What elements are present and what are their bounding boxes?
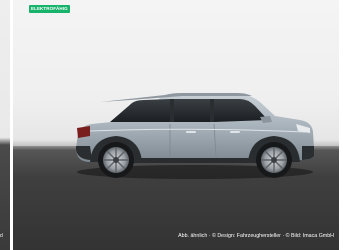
electric-badge: ELEKTROFÄHIG	[29, 5, 70, 13]
gallery-right-edge	[339, 0, 343, 250]
image-gallery: d ELEKTROFÄHIG Abb. ähnlich · © Design: …	[0, 0, 343, 250]
previous-slide-edge[interactable]: d	[0, 0, 10, 250]
car-image	[76, 93, 314, 179]
current-slide[interactable]: ELEKTROFÄHIG Abb. ähnlich · © Design: Fa…	[13, 0, 343, 250]
image-caption: Abb. ähnlich · © Design: Fahrzeugherstel…	[178, 233, 334, 239]
previous-slide-caption: d	[0, 233, 3, 239]
